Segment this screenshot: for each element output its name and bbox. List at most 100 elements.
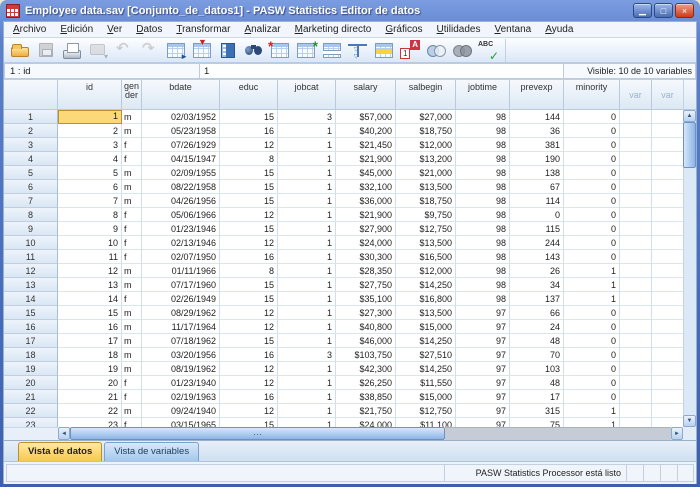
cell-bdate[interactable]: 01/23/1946 <box>142 222 220 236</box>
cell-gender[interactable]: f <box>122 390 142 404</box>
cell-gender[interactable]: m <box>122 348 142 362</box>
cell-var2[interactable] <box>652 390 684 404</box>
cell-jobtime[interactable]: 98 <box>456 250 510 264</box>
cell-id[interactable]: 23 <box>58 418 122 427</box>
row-header[interactable]: 11 <box>4 250 58 264</box>
cell-jobtime[interactable]: 98 <box>456 180 510 194</box>
cell-id[interactable]: 8 <box>58 208 122 222</box>
cell-salbegin[interactable]: $16,800 <box>396 292 456 306</box>
cell-salary[interactable]: $40,200 <box>336 124 396 138</box>
cell-var2[interactable] <box>652 348 684 362</box>
cell-jobcat[interactable]: 1 <box>278 362 336 376</box>
cell-var1[interactable] <box>620 222 652 236</box>
cell-minority[interactable]: 0 <box>564 110 620 124</box>
goto-variable-button[interactable] <box>189 39 215 62</box>
cell-bdate[interactable]: 05/06/1966 <box>142 208 220 222</box>
cell-id[interactable]: 12 <box>58 264 122 278</box>
menu-analizar[interactable]: Analizar <box>237 23 287 36</box>
cell-jobtime[interactable]: 97 <box>456 418 510 427</box>
cell-var2[interactable] <box>652 194 684 208</box>
cell-salbegin[interactable]: $13,500 <box>396 180 456 194</box>
cell-var1[interactable] <box>620 334 652 348</box>
cell-jobcat[interactable]: 1 <box>278 404 336 418</box>
row-header[interactable]: 6 <box>4 180 58 194</box>
row-header[interactable]: 20 <box>4 376 58 390</box>
cell-educ[interactable]: 12 <box>220 362 278 376</box>
cell-salbegin[interactable]: $21,000 <box>396 166 456 180</box>
cell-minority[interactable]: 0 <box>564 334 620 348</box>
vertical-scroll-track[interactable] <box>683 168 696 415</box>
cell-jobcat[interactable]: 1 <box>278 278 336 292</box>
split-file-button[interactable] <box>319 39 345 62</box>
cell-var1[interactable] <box>620 208 652 222</box>
cell-prevexp[interactable]: 24 <box>510 320 564 334</box>
cell-jobcat[interactable]: 1 <box>278 152 336 166</box>
cell-var2[interactable] <box>652 166 684 180</box>
row-header[interactable]: 13 <box>4 278 58 292</box>
cell-var2[interactable] <box>652 124 684 138</box>
cell-var2[interactable] <box>652 208 684 222</box>
cell-minority[interactable]: 1 <box>564 292 620 306</box>
cell-salbegin[interactable]: $27,000 <box>396 110 456 124</box>
column-header-minority[interactable]: minority <box>564 80 620 110</box>
cell-minority[interactable]: 0 <box>564 390 620 404</box>
cell-var1[interactable] <box>620 292 652 306</box>
cell-minority[interactable]: 0 <box>564 152 620 166</box>
cell-id[interactable]: 10 <box>58 236 122 250</box>
cell-jobcat[interactable]: 1 <box>278 166 336 180</box>
cell-var2[interactable] <box>652 138 684 152</box>
cell-jobtime[interactable]: 98 <box>456 208 510 222</box>
cell-minority[interactable]: 0 <box>564 166 620 180</box>
cell-salbegin[interactable]: $12,750 <box>396 222 456 236</box>
cell-var2[interactable] <box>652 152 684 166</box>
cell-id[interactable]: 18 <box>58 348 122 362</box>
cell-minority[interactable]: 0 <box>564 320 620 334</box>
cell-educ[interactable]: 8 <box>220 264 278 278</box>
cell-var1[interactable] <box>620 194 652 208</box>
cell-salbegin[interactable]: $18,750 <box>396 124 456 138</box>
menu-datos[interactable]: Datos <box>129 23 169 36</box>
cell-jobtime[interactable]: 98 <box>456 124 510 138</box>
cell-id[interactable]: 22 <box>58 404 122 418</box>
cell-var1[interactable] <box>620 418 652 427</box>
row-header[interactable]: 22 <box>4 404 58 418</box>
cell-var2[interactable] <box>652 306 684 320</box>
cell-var2[interactable] <box>652 320 684 334</box>
cell-bdate[interactable]: 11/17/1964 <box>142 320 220 334</box>
cell-id[interactable]: 5 <box>58 166 122 180</box>
row-header[interactable]: 2 <box>4 124 58 138</box>
cell-salary[interactable]: $32,100 <box>336 180 396 194</box>
cell-jobcat[interactable]: 1 <box>278 222 336 236</box>
cell-bdate[interactable]: 08/22/1958 <box>142 180 220 194</box>
cell-id[interactable]: 9 <box>58 222 122 236</box>
cell-salary[interactable]: $26,250 <box>336 376 396 390</box>
cell-var1[interactable] <box>620 110 652 124</box>
value-labels-button[interactable] <box>397 39 423 62</box>
cell-var1[interactable] <box>620 348 652 362</box>
column-header-bdate[interactable]: bdate <box>142 80 220 110</box>
use-variable-sets-button[interactable] <box>423 39 449 62</box>
cell-var2[interactable] <box>652 404 684 418</box>
select-cases-button[interactable] <box>371 39 397 62</box>
cell-id[interactable]: 20 <box>58 376 122 390</box>
cell-minority[interactable]: 0 <box>564 348 620 362</box>
cell-var2[interactable] <box>652 278 684 292</box>
cell-salary[interactable]: $30,300 <box>336 250 396 264</box>
cell-jobcat[interactable]: 1 <box>278 180 336 194</box>
column-header-gender[interactable]: gender <box>122 80 142 110</box>
cell-prevexp[interactable]: 26 <box>510 264 564 278</box>
cell-salary[interactable]: $35,100 <box>336 292 396 306</box>
cell-minority[interactable]: 0 <box>564 138 620 152</box>
row-header[interactable]: 8 <box>4 208 58 222</box>
row-header[interactable]: 16 <box>4 320 58 334</box>
row-header[interactable]: 1 <box>4 110 58 124</box>
cell-educ[interactable]: 15 <box>220 110 278 124</box>
cell-jobcat[interactable]: 1 <box>278 250 336 264</box>
cell-salbegin[interactable]: $13,500 <box>396 306 456 320</box>
cell-prevexp[interactable]: 143 <box>510 250 564 264</box>
cell-prevexp[interactable]: 103 <box>510 362 564 376</box>
cell-var1[interactable] <box>620 166 652 180</box>
cell-educ[interactable]: 12 <box>220 376 278 390</box>
cell-educ[interactable]: 15 <box>220 292 278 306</box>
row-header[interactable]: 14 <box>4 292 58 306</box>
